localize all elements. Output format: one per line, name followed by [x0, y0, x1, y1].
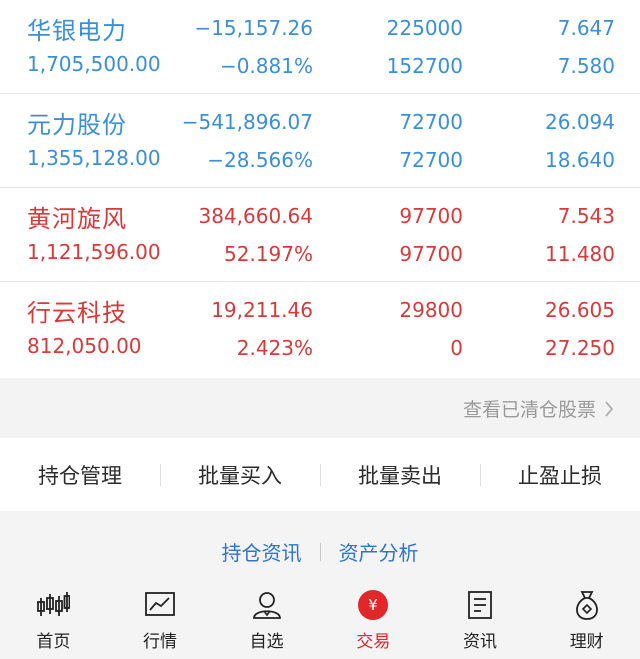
divider [319, 542, 321, 561]
line-chart-icon [144, 587, 176, 623]
stop-profit-loss-button[interactable]: 止盈止损 [480, 460, 640, 490]
position-actions-bar: 持仓管理 批量买入 批量卖出 止盈止损 [0, 438, 640, 511]
batch-buy-button[interactable]: 批量买入 [160, 460, 320, 490]
chevron-right-icon [605, 400, 614, 417]
current-price: 27.250 [545, 336, 615, 360]
holding-row[interactable]: 元力股份 1,355,128.00 −541,896.07 −28.566% 7… [0, 94, 640, 188]
holdings-list: 华银电力 1,705,500.00 −15,157.26 −0.881% 225… [0, 0, 640, 376]
profit-loss: 384,660.64 [198, 204, 313, 228]
tab-news[interactable]: 资讯 [427, 585, 534, 659]
cost-price: 26.605 [545, 298, 615, 322]
user-icon [251, 587, 283, 623]
tab-wealth-label: 理财 [569, 632, 604, 652]
money-bag-icon [572, 587, 602, 623]
tab-wealth[interactable]: 理财 [533, 585, 640, 659]
batch-sell-button[interactable]: 批量卖出 [320, 460, 480, 490]
position-quantity: 72700 [399, 110, 463, 134]
svg-text:¥: ¥ [369, 596, 379, 614]
holding-news-link[interactable]: 持仓资讯 [222, 537, 302, 566]
current-price: 11.480 [545, 242, 615, 266]
bottom-tab-bar: 首页 行情 自选 ¥ 交易 资讯 理财 [0, 585, 640, 659]
tab-market[interactable]: 行情 [107, 585, 214, 659]
holding-row[interactable]: 黄河旋风 1,121,596.00 384,660.64 52.197% 977… [0, 188, 640, 282]
holding-row[interactable]: 行云科技 812,050.00 19,211.46 2.423% 29800 0… [0, 282, 640, 376]
document-icon [466, 587, 494, 623]
position-management-button[interactable]: 持仓管理 [0, 460, 160, 490]
available-quantity: 0 [450, 336, 463, 360]
candlestick-icon [36, 587, 71, 623]
cost-price: 26.094 [545, 110, 615, 134]
profit-loss: −541,896.07 [181, 110, 313, 134]
cost-price: 7.647 [557, 16, 615, 40]
position-quantity: 225000 [386, 16, 463, 40]
holding-row[interactable]: 华银电力 1,705,500.00 −15,157.26 −0.881% 225… [0, 0, 640, 94]
sublinks: 持仓资讯 资产分析 [0, 537, 640, 566]
profit-loss: 19,211.46 [211, 298, 313, 322]
current-price: 7.580 [557, 54, 615, 78]
cost-price: 7.543 [557, 204, 615, 228]
stock-name: 行云科技 [27, 299, 127, 327]
stock-name: 元力股份 [27, 111, 127, 139]
profit-loss-percent: 2.423% [236, 336, 313, 360]
market-value: 1,705,500.00 [27, 52, 161, 76]
profit-loss-percent: −0.881% [219, 54, 313, 78]
available-quantity: 97700 [399, 242, 463, 266]
bottom-area: 持仓资讯 资产分析 首页 行情 自选 ¥ 交易 资讯 理财 [0, 511, 640, 659]
tab-watchlist[interactable]: 自选 [213, 585, 320, 659]
stock-name: 黄河旋风 [27, 205, 127, 233]
asset-analysis-link[interactable]: 资产分析 [339, 537, 419, 566]
tab-home[interactable]: 首页 [0, 585, 107, 659]
profit-loss-percent: 52.197% [224, 242, 313, 266]
position-quantity: 29800 [399, 298, 463, 322]
market-value: 1,355,128.00 [27, 146, 161, 170]
view-cleared-stocks-label: 查看已清仓股票 [462, 399, 596, 421]
available-quantity: 152700 [386, 54, 463, 78]
market-value: 812,050.00 [27, 334, 142, 358]
tab-market-label: 行情 [143, 632, 177, 652]
tab-home-label: 首页 [36, 632, 71, 652]
tab-trade-label: 交易 [356, 632, 391, 652]
cleared-stocks-bar: 查看已清仓股票 [0, 378, 640, 438]
tab-news-label: 资讯 [463, 632, 498, 652]
stock-name: 华银电力 [27, 17, 127, 45]
available-quantity: 72700 [399, 148, 463, 172]
profit-loss: −15,157.26 [194, 16, 313, 40]
yuan-coin-icon: ¥ [357, 587, 389, 623]
profit-loss-percent: −28.566% [207, 148, 313, 172]
current-price: 18.640 [545, 148, 615, 172]
tab-trade[interactable]: ¥ 交易 [320, 585, 427, 659]
view-cleared-stocks-link[interactable]: 查看已清仓股票 [463, 395, 614, 422]
tab-watchlist-label: 自选 [249, 632, 284, 652]
position-quantity: 97700 [399, 204, 463, 228]
market-value: 1,121,596.00 [27, 240, 161, 264]
